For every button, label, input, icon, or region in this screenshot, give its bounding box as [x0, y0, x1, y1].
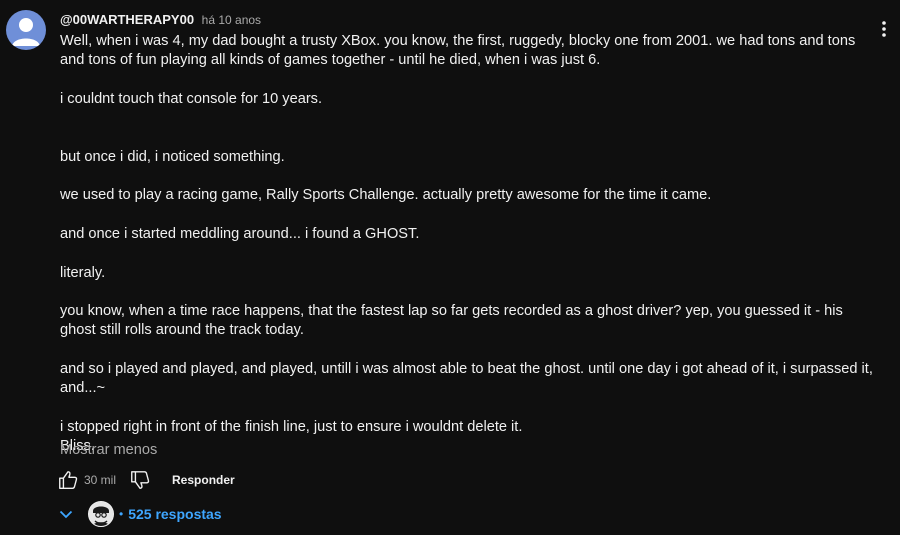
view-replies-button[interactable]: • 525 respostas — [58, 499, 222, 529]
creator-avatar — [88, 501, 114, 527]
comment-paragraph: i stopped right in front of the finish l… — [60, 418, 523, 435]
comment-paragraph: we used to play a racing game, Rally Spo… — [60, 187, 712, 204]
chevron-down-icon — [59, 510, 73, 519]
reply-button[interactable]: Responder — [172, 473, 235, 487]
comment-paragraph: literaly. — [60, 264, 106, 281]
user-avatar[interactable] — [6, 10, 46, 50]
thumb-up-icon — [59, 471, 78, 489]
creator-avatar-icon — [89, 502, 113, 526]
comment-text: Well, when i was 4, my dad bought a trus… — [60, 32, 880, 457]
like-count: 30 mil — [84, 473, 117, 487]
comment-author[interactable]: @00WARTHERAPY00 — [60, 12, 194, 27]
dislike-button[interactable] — [128, 468, 152, 492]
comment-header: @00WARTHERAPY00 há 10 anos — [60, 11, 261, 29]
comment-timestamp[interactable]: há 10 anos — [202, 13, 261, 27]
replies-count[interactable]: 525 respostas — [128, 506, 221, 522]
comment-paragraph: and once i started meddling around... i … — [60, 225, 420, 242]
replies-separator: • — [119, 507, 124, 521]
comment-paragraph: and so i played and played, and played, … — [60, 361, 873, 397]
like-button[interactable] — [56, 468, 80, 492]
comment-paragraph: but once i did, i noticed something. — [60, 148, 285, 165]
comment-paragraph: Well, when i was 4, my dad bought a trus… — [60, 33, 856, 69]
comment-actions: 30 mil Responder — [56, 467, 235, 493]
comment-paragraph: you know, when a time race happens, that… — [60, 303, 843, 339]
show-less-button[interactable]: Mostrar menos — [60, 442, 157, 458]
comment-paragraph: Bliss. — [60, 438, 95, 455]
user-avatar-icon — [12, 18, 40, 46]
comment-paragraph: i couldnt touch that console for 10 year… — [60, 90, 323, 107]
thumb-down-icon — [131, 471, 150, 489]
